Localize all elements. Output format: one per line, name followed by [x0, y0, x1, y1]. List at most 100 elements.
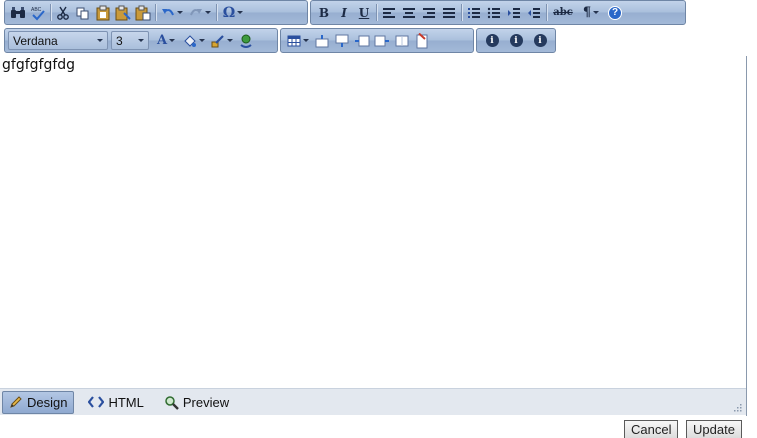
- delete-table-icon: [416, 32, 428, 48]
- editor-content-area[interactable]: gfgfgfgfdg: [0, 56, 746, 388]
- chevron-down-icon: [199, 39, 205, 42]
- column-left-icon: [355, 35, 370, 46]
- insert-column-right-button[interactable]: [372, 31, 392, 51]
- separator: [376, 4, 377, 21]
- justify-button[interactable]: [439, 3, 459, 23]
- copy-button[interactable]: [73, 3, 93, 23]
- row-above-icon: [315, 34, 329, 47]
- editor-text: gfgfgfgfdg: [2, 57, 76, 73]
- design-mode-tab[interactable]: Design: [2, 390, 75, 414]
- rich-text-editor: ABC Ω B I U abc ¶ ? Verdana 3 A i i i gf…: [0, 0, 747, 416]
- underline-button[interactable]: U: [354, 3, 374, 23]
- bulleted-list-icon: [487, 7, 500, 18]
- magnifier-icon: [165, 395, 179, 410]
- toolbar-format: B I U abc ¶ ?: [310, 0, 686, 25]
- separator: [155, 4, 156, 21]
- format-painter-button[interactable]: [208, 31, 236, 51]
- html-mode-label: HTML: [108, 394, 144, 410]
- indent-button[interactable]: [504, 3, 524, 23]
- find-replace-button[interactable]: [8, 3, 28, 23]
- update-button[interactable]: Update: [686, 420, 742, 438]
- chevron-down-icon: [138, 39, 144, 42]
- separator: [461, 4, 462, 21]
- paint-bucket-icon: [184, 34, 196, 47]
- undo-icon: [162, 8, 174, 15]
- paste-plain-text-button[interactable]: [133, 3, 153, 23]
- align-right-button[interactable]: [419, 3, 439, 23]
- paragraph-icon: ¶: [582, 5, 592, 20]
- mode-bar: Design HTML Preview: [0, 388, 746, 415]
- spellcheck-button[interactable]: ABC: [28, 3, 48, 23]
- code-icon: [88, 396, 105, 408]
- outdent-button[interactable]: [524, 3, 544, 23]
- numbered-list-icon: [468, 7, 480, 18]
- align-right-icon: [423, 7, 435, 18]
- paste-text-icon: [135, 5, 151, 20]
- scissors-icon: [57, 6, 69, 20]
- chevron-down-icon: [205, 11, 211, 14]
- strikethrough-button[interactable]: abc: [549, 3, 577, 23]
- toolbar-area: ABC Ω B I U abc ¶ ? Verdana 3 A i i i: [0, 0, 747, 56]
- align-center-button[interactable]: [399, 3, 419, 23]
- redo-icon: [190, 8, 202, 15]
- bold-icon: B: [318, 5, 330, 20]
- separator: [50, 4, 51, 21]
- font-size-select[interactable]: 3: [111, 31, 149, 50]
- preview-mode-label: Preview: [182, 394, 230, 410]
- info-icon: i: [533, 34, 547, 47]
- separator: [546, 4, 547, 21]
- info-button-3[interactable]: i: [530, 31, 550, 51]
- chevron-down-icon: [97, 39, 103, 42]
- insert-column-left-button[interactable]: [352, 31, 372, 51]
- font-size-value: 3: [116, 33, 123, 48]
- highlight-color-button[interactable]: [180, 31, 208, 51]
- separator: [216, 4, 217, 21]
- font-color-button[interactable]: A: [152, 31, 180, 51]
- pencil-icon: [10, 396, 22, 408]
- delete-table-button[interactable]: [412, 31, 432, 51]
- chevron-down-icon: [593, 11, 600, 14]
- redo-button[interactable]: [186, 3, 214, 23]
- font-name-select[interactable]: Verdana: [8, 31, 108, 50]
- indent-icon: [508, 7, 520, 18]
- insert-symbol-button[interactable]: Ω: [219, 3, 247, 23]
- font-color-icon: A: [156, 33, 168, 48]
- preview-mode-tab[interactable]: Preview: [158, 391, 235, 414]
- italic-icon: I: [341, 5, 347, 20]
- copy-icon: [76, 7, 89, 19]
- insert-row-above-button[interactable]: [312, 31, 332, 51]
- merge-cells-icon: [395, 35, 409, 46]
- hyperlink-button[interactable]: [236, 31, 256, 51]
- paste-button[interactable]: [93, 3, 113, 23]
- align-left-button[interactable]: [379, 3, 399, 23]
- insert-row-below-button[interactable]: [332, 31, 352, 51]
- bulleted-list-button[interactable]: [484, 3, 504, 23]
- brush-icon: [211, 34, 224, 47]
- insert-table-button[interactable]: [284, 31, 312, 51]
- cancel-button[interactable]: Cancel: [624, 420, 679, 438]
- html-mode-tab[interactable]: HTML: [82, 391, 149, 414]
- cut-button[interactable]: [53, 3, 73, 23]
- numbered-list-button[interactable]: [464, 3, 484, 23]
- help-button[interactable]: ?: [605, 3, 625, 23]
- bold-button[interactable]: B: [314, 3, 334, 23]
- undo-button[interactable]: [158, 3, 186, 23]
- align-left-icon: [383, 7, 395, 18]
- omega-icon: Ω: [222, 4, 236, 21]
- paragraph-button[interactable]: ¶: [577, 3, 605, 23]
- justify-icon: [443, 7, 455, 18]
- align-center-icon: [403, 7, 415, 18]
- design-mode-label: Design: [27, 394, 68, 410]
- info-button-2[interactable]: i: [506, 31, 526, 51]
- info-button-1[interactable]: i: [482, 31, 502, 51]
- italic-button[interactable]: I: [334, 3, 354, 23]
- resize-grip-icon[interactable]: [732, 402, 742, 412]
- outdent-icon: [528, 7, 540, 18]
- font-name-value: Verdana: [13, 33, 58, 48]
- toolbar-font: Verdana 3 A: [4, 28, 278, 53]
- toolbar-edit: ABC Ω: [4, 0, 308, 25]
- spellcheck-icon: ABC: [31, 7, 45, 20]
- chevron-down-icon: [169, 39, 176, 42]
- merge-cells-button[interactable]: [392, 31, 412, 51]
- paste-from-word-button[interactable]: [113, 3, 133, 23]
